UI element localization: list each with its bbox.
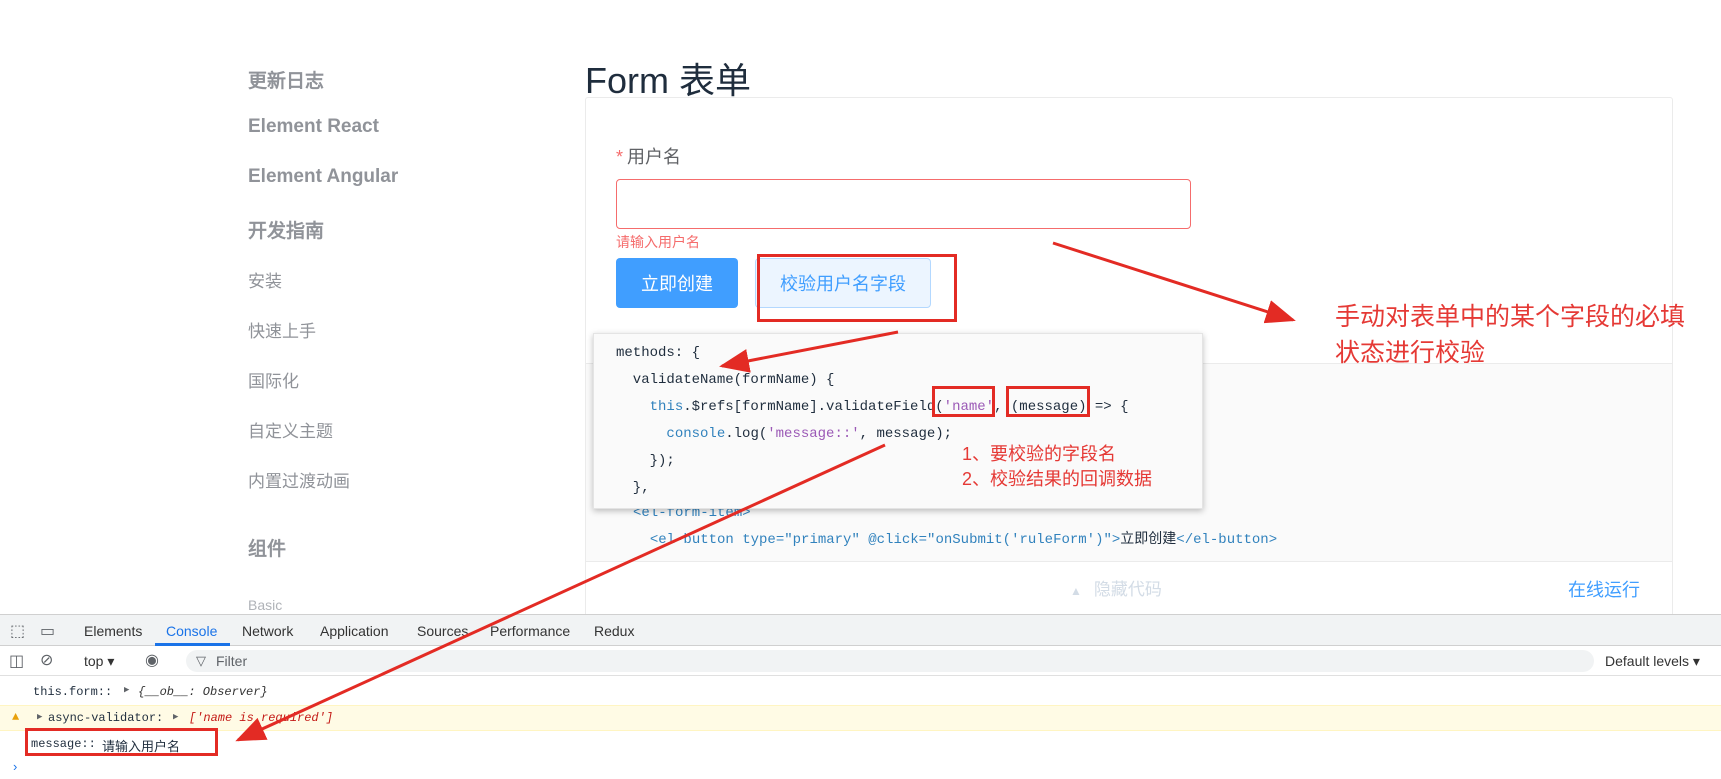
devtools-panel: ⬚ ▭ Elements Console Network Application… xyxy=(0,614,1721,779)
log-label: this.form:: xyxy=(33,685,113,699)
sidebar-item-install[interactable]: 安装 xyxy=(248,267,282,292)
console-prompt-icon[interactable]: › xyxy=(13,759,17,774)
sidebar-item-custom-theme[interactable]: 自定义主题 xyxy=(248,417,333,442)
sidebar-group-components: 组件 xyxy=(248,539,287,560)
popup-line-5: }); xyxy=(616,453,675,469)
tab-console[interactable]: Console xyxy=(166,623,217,639)
tab-performance[interactable]: Performance xyxy=(490,623,570,639)
sidebar-item-transition[interactable]: 内置过渡动画 xyxy=(248,467,350,492)
highlight-log-message xyxy=(25,728,218,756)
highlight-callback xyxy=(1006,386,1090,417)
username-input[interactable] xyxy=(616,179,1191,229)
popup-line-4-string: 'message::' xyxy=(767,426,860,442)
console-log-row: message:: 请输入用户名 xyxy=(0,732,1721,758)
popup-line-4-a: .log( xyxy=(725,426,768,442)
hide-code-label: 隐藏代码 xyxy=(1093,580,1162,599)
run-online-link[interactable]: 在线运行 xyxy=(1568,576,1640,602)
annotation-main-line-1: 手动对表单中的某个字段的必填 xyxy=(1335,303,1686,331)
expand-triangle-icon[interactable]: ▶ xyxy=(37,712,42,722)
log-label: async-validator: xyxy=(48,711,164,725)
tab-redux[interactable]: Redux xyxy=(594,623,634,639)
sidebar-toggle-icon[interactable]: ◫ xyxy=(9,651,24,671)
devtools-tab-bar: ⬚ ▭ Elements Console Network Application… xyxy=(0,615,1721,646)
username-error: 请输入用户名 xyxy=(616,234,700,250)
required-mark: * xyxy=(616,147,624,167)
console-log-row: this.form:: ▶ {__ob__: Observer} xyxy=(0,680,1721,706)
tab-application[interactable]: Application xyxy=(320,623,389,639)
filter-icon: ▽ xyxy=(196,653,206,668)
sidebar-item-element-react[interactable]: Element React xyxy=(248,116,379,138)
sidebar-item-element-angular[interactable]: Element Angular xyxy=(248,166,398,188)
popup-line-4-keyword: console xyxy=(666,426,726,442)
console-toolbar: ◫ ⊘ top ▾ ◉ ▽ Filter Default levels ▾ xyxy=(0,646,1721,676)
inspect-element-icon[interactable]: ⬚ xyxy=(10,621,25,641)
filter-placeholder: Filter xyxy=(216,653,248,669)
annotation-note-2: 2、校验结果的回调数据 xyxy=(962,469,1153,489)
sidebar-item-quickstart[interactable]: 快速上手 xyxy=(248,317,316,342)
code-line-button-text: 立即创建 xyxy=(1120,532,1177,548)
annotation-note-1: 1、要校验的字段名 xyxy=(962,444,1117,464)
expand-triangle-icon[interactable]: ▶ xyxy=(173,712,178,722)
eye-icon[interactable]: ◉ xyxy=(145,650,159,670)
sidebar-sub-basic: Basic xyxy=(248,597,283,613)
log-value[interactable]: ['name is required'] xyxy=(189,711,333,725)
highlight-validate-button xyxy=(757,254,957,322)
code-line-button-open: <el-button type="primary" @click="onSubm… xyxy=(649,532,1121,548)
popup-line-3-keyword: this xyxy=(649,399,684,415)
annotation-main-line-2: 状态进行校验 xyxy=(1335,339,1486,367)
highlight-field-name xyxy=(932,386,995,417)
popup-line-6: }, xyxy=(616,480,650,496)
submit-button[interactable]: 立即创建 xyxy=(616,258,738,308)
warning-icon: ▲ xyxy=(12,710,20,724)
hide-code-toggle[interactable]: ▲ 隐藏代码 xyxy=(1070,575,1162,600)
popup-line-3-a: .$refs[formName].validateField( xyxy=(683,399,944,415)
sidebar-item-changelog[interactable]: 更新日志 xyxy=(248,66,324,93)
popup-line-1: methods: { xyxy=(616,345,701,361)
caret-up-icon: ▲ xyxy=(1070,584,1082,598)
device-toolbar-icon[interactable]: ▭ xyxy=(40,621,55,641)
tab-elements[interactable]: Elements xyxy=(84,623,142,639)
username-label-text: 用户名 xyxy=(627,147,682,167)
context-selector[interactable]: top ▾ xyxy=(84,653,114,670)
clear-console-icon[interactable]: ⊘ xyxy=(40,650,53,670)
log-value[interactable]: {__ob__: Observer} xyxy=(138,685,268,699)
popup-line-2: validateName(formName) { xyxy=(616,372,835,388)
expand-triangle-icon[interactable]: ▶ xyxy=(124,685,129,695)
annotation-main: 手动对表单中的某个字段的必填 状态进行校验 xyxy=(1335,299,1685,371)
code-line-button-close: </el-button> xyxy=(1176,532,1278,548)
sidebar-group-dev-guide: 开发指南 xyxy=(248,221,325,242)
console-filter-input[interactable]: ▽ Filter xyxy=(186,650,1594,672)
console-warning-row: ▲ ▶ async-validator: ▶ ['name is require… xyxy=(0,705,1721,731)
log-levels-dropdown[interactable]: Default levels ▾ xyxy=(1605,653,1700,670)
username-label: * 用户名 xyxy=(616,143,681,169)
popup-line-4-b: , message); xyxy=(859,426,953,442)
tab-sources[interactable]: Sources xyxy=(417,623,468,639)
tab-network[interactable]: Network xyxy=(242,623,293,639)
sidebar-item-i18n[interactable]: 国际化 xyxy=(248,367,299,392)
